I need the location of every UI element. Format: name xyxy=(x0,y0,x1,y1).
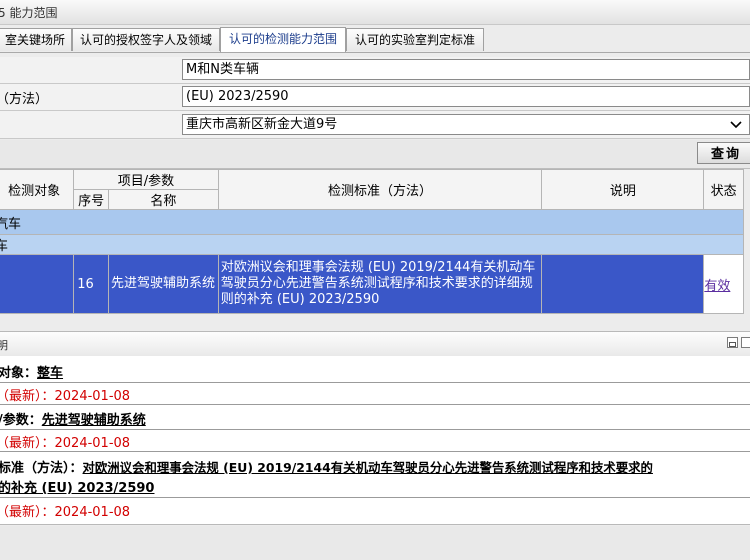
detail-date-2: （最新）：2024-01-08 xyxy=(0,436,131,451)
address-select-value: 重庆市高新区新金大道9号 xyxy=(186,117,338,132)
tab-lab-judgment-standards[interactable]: 认可的实验室判定标准 xyxy=(346,28,484,51)
col-header-seq[interactable]: 序号 xyxy=(73,189,110,210)
detail-standard-row-2: 的补充 (EU) 2023/2590 xyxy=(0,477,748,496)
detail-panel-title: 明 xyxy=(0,339,8,352)
form-row-address: 重庆市高新区新金大道9号 xyxy=(0,111,750,139)
window-title-bar: 5 能力范围 xyxy=(0,0,750,25)
divider xyxy=(0,404,750,405)
tab-key-locations[interactable]: 室关键场所 xyxy=(0,28,72,51)
detail-date-1: （最新）：2024-01-08 xyxy=(0,389,131,404)
cell-note xyxy=(541,254,705,314)
toolbar: 查询 xyxy=(0,140,750,169)
detail-standard-value-2: 的补充 (EU) 2023/2590 xyxy=(0,481,155,496)
col-header-object[interactable]: 检测对象 xyxy=(0,169,75,210)
detail-object-label: 对象： xyxy=(0,366,38,381)
maximize-icon[interactable] xyxy=(741,337,750,348)
group-label-vehicle: 汽车 xyxy=(0,209,744,235)
cell-seq: 16 xyxy=(73,254,110,314)
object-field[interactable]: M和N类车辆 xyxy=(182,59,750,80)
detail-panel: 对象：整车 （最新）：2024-01-08 /参数：先进驾驶辅助系统 （最新）：… xyxy=(0,356,750,525)
col-header-status[interactable]: 状态 xyxy=(703,169,744,210)
cell-standard: 对欧洲议会和理事会法规 (EU) 2019/2144有关机动车驾驶员分心先进警告… xyxy=(217,254,543,314)
divider xyxy=(0,382,750,383)
form-row-object: M和N类车辆 xyxy=(0,57,750,84)
detail-param-label: /参数： xyxy=(0,413,42,428)
detail-object-value: 整车 xyxy=(37,366,64,381)
restore-icon[interactable] xyxy=(727,337,738,348)
group-label-sub: 车 xyxy=(0,234,744,255)
detail-date-3: （最新）：2024-01-08 xyxy=(0,505,131,520)
status-link[interactable]: 有效 xyxy=(703,254,744,314)
tab-bar: 室关键场所 认可的授权签字人及领域 认可的检测能力范围 认可的实验室判定标准 xyxy=(0,26,750,53)
results-table: 检测对象 项目/参数 检测标准（方法） 说明 状态 序号 名称 汽车 车 16 … xyxy=(0,169,744,314)
col-header-item-param[interactable]: 项目/参数 xyxy=(73,169,219,190)
col-header-note[interactable]: 说明 xyxy=(541,169,705,210)
divider xyxy=(0,497,750,498)
col-header-standard[interactable]: 检测标准（方法） xyxy=(217,169,543,210)
group-row-sub[interactable]: 车 xyxy=(0,234,744,255)
detail-object-row: 对象：整车 xyxy=(0,362,748,381)
method-label: （方法） xyxy=(0,92,49,107)
method-field[interactable]: (EU) 2023/2590 xyxy=(182,86,750,107)
query-button[interactable]: 查询 xyxy=(697,142,750,164)
divider xyxy=(0,451,750,452)
detail-param-value: 先进驾驶辅助系统 xyxy=(41,413,146,428)
col-header-name[interactable]: 名称 xyxy=(108,189,219,210)
chevron-down-icon[interactable] xyxy=(727,115,745,134)
tab-authorized-signatories[interactable]: 认可的授权签字人及领域 xyxy=(72,28,220,51)
detail-standard-value-1: 对欧洲议会和理事会法规 (EU) 2019/2144有关机动车驾驶员分心先进警告… xyxy=(82,460,653,475)
form-row-method: （方法） (EU) 2023/2590 xyxy=(0,84,750,111)
window-title: 5 能力范围 xyxy=(0,6,58,20)
table-header-row: 检测对象 项目/参数 检测标准（方法） 说明 状态 xyxy=(0,169,744,210)
divider xyxy=(0,429,750,430)
tab-testing-capability[interactable]: 认可的检测能力范围 xyxy=(220,27,346,52)
detail-standard-row: 标准（方法）：对欧洲议会和理事会法规 (EU) 2019/2144有关机动车驾驶… xyxy=(0,457,748,476)
table-row[interactable]: 16 先进驾驶辅助系统 对欧洲议会和理事会法规 (EU) 2019/2144有关… xyxy=(0,254,744,314)
address-select[interactable]: 重庆市高新区新金大道9号 xyxy=(182,114,750,135)
group-row-vehicle[interactable]: 汽车 xyxy=(0,209,744,235)
cell-name: 先进驾驶辅助系统 xyxy=(108,254,219,314)
detail-param-row: /参数：先进驾驶辅助系统 xyxy=(0,409,748,428)
cell-object xyxy=(0,254,75,314)
detail-standard-label: 标准（方法）： xyxy=(0,461,83,476)
footer-area xyxy=(0,526,750,560)
detail-panel-header: 明 xyxy=(0,331,750,357)
